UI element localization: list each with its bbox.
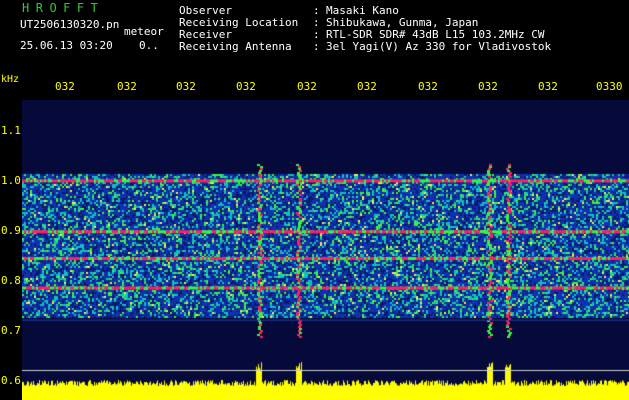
x-tick-label: 032	[117, 80, 137, 93]
counter: 0..	[139, 39, 159, 52]
spectrogram-canvas	[22, 100, 629, 400]
antenna-value: 3el Yagi(V) Az 330 for Vladivostok	[326, 40, 552, 53]
x-tick-label: 032	[357, 80, 377, 93]
file-name: UT2506130320.pn	[20, 18, 120, 31]
hrofft-window: HROFFT UT2506130320.pn meteor 25.06.13 0…	[0, 0, 629, 400]
antenna-label: Receiving Antenna	[179, 40, 292, 53]
x-tick-label: 0330	[596, 80, 623, 93]
x-tick-label: 032	[538, 80, 558, 93]
x-tick-label: 032	[478, 80, 498, 93]
x-tick-label: 032	[236, 80, 256, 93]
y-unit-label: kHz	[1, 74, 20, 85]
file-name-suffix: meteor	[124, 25, 164, 38]
x-tick-label: 032	[176, 80, 196, 93]
app-logo: HROFFT	[22, 1, 105, 15]
colon: :	[313, 40, 320, 53]
y-tick-label: 0.6	[1, 374, 21, 387]
y-tick-label: 1.0	[1, 174, 21, 187]
x-tick-label: 032	[55, 80, 75, 93]
y-tick-label: 0.9	[1, 224, 21, 237]
x-tick-label: 032	[297, 80, 317, 93]
x-tick-label: 032	[418, 80, 438, 93]
y-tick-label: 1.1	[1, 124, 21, 137]
y-tick-label: 0.8	[1, 274, 21, 287]
datetime: 25.06.13 03:20	[20, 39, 113, 52]
header-panel: HROFFT UT2506130320.pn meteor 25.06.13 0…	[0, 0, 629, 70]
y-tick-label: 0.7	[1, 324, 21, 337]
